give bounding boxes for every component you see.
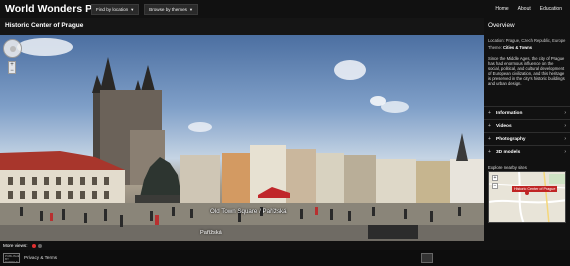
pan-center-icon bbox=[10, 46, 16, 52]
expand-icon: + bbox=[488, 123, 491, 129]
zoom-control[interactable]: + − bbox=[8, 61, 16, 74]
theme-meta: Theme: Cities & Towns bbox=[488, 45, 533, 50]
view-dot-2[interactable] bbox=[37, 243, 42, 248]
location-meta: Location: Prague, Czech Republic, Europe bbox=[488, 38, 566, 43]
map-pin-label[interactable]: Historic Center of Prague bbox=[512, 186, 558, 192]
chevron-down-icon: ▼ bbox=[130, 6, 135, 12]
place-title-bar: Historic Center of Prague bbox=[0, 18, 484, 35]
section-label: 3D models bbox=[496, 149, 521, 155]
nav-about-link[interactable]: About bbox=[518, 6, 531, 12]
site-description: Since the Middle Ages, the city of Pragu… bbox=[488, 56, 565, 87]
brand-title[interactable]: World Wonders Project bbox=[0, 3, 121, 15]
find-by-location-dropdown[interactable]: Find by location ▼ bbox=[91, 3, 140, 15]
privacy-terms-link[interactable]: Privacy & Terms bbox=[24, 255, 57, 260]
chevron-right-icon: › bbox=[564, 110, 566, 116]
section-photography[interactable]: + Photography › bbox=[484, 132, 570, 145]
nav-home-link[interactable]: Home bbox=[495, 6, 508, 12]
chevron-right-icon: › bbox=[564, 123, 566, 129]
chevron-right-icon: › bbox=[564, 149, 566, 155]
view-dot-1[interactable] bbox=[31, 243, 36, 248]
top-bar: World Wonders Project Find by location ▼ … bbox=[0, 0, 570, 18]
nearby-sites-map[interactable]: + − Historic Center of Prague bbox=[488, 171, 566, 223]
section-information[interactable]: + Information › bbox=[484, 106, 570, 119]
chevron-down-icon: ▼ bbox=[188, 6, 193, 12]
section-label: Information bbox=[496, 110, 523, 116]
map-zoom-in-button[interactable]: + bbox=[492, 175, 498, 181]
street-name-label[interactable]: Old Town Square / Pařížská bbox=[210, 208, 287, 215]
footer: PUBLISHED BY GOOGLE CULTURAL INSTITUTE P… bbox=[0, 250, 570, 266]
browse-by-themes-dropdown[interactable]: Browse by themes ▼ bbox=[144, 3, 198, 15]
top-nav: Home About Education bbox=[495, 0, 562, 18]
street-view-panorama[interactable]: + − Old Town Square / Pařížská Pařížská bbox=[0, 35, 484, 241]
cultural-institute-logo[interactable]: PUBLISHED BY GOOGLE CULTURAL INSTITUTE bbox=[3, 253, 20, 263]
section-3d-models[interactable]: + 3D models › bbox=[484, 145, 570, 158]
overview-title: Overview bbox=[488, 22, 515, 29]
map-zoom-out-button[interactable]: − bbox=[492, 183, 498, 189]
place-title: Historic Center of Prague bbox=[5, 22, 84, 29]
more-views-bar: More views: bbox=[0, 241, 484, 250]
expand-icon: + bbox=[488, 136, 491, 142]
section-label: Photography bbox=[496, 136, 526, 142]
map-roads bbox=[489, 172, 565, 222]
expand-icon: + bbox=[488, 110, 491, 116]
street-name-label-secondary[interactable]: Pařížská bbox=[200, 230, 222, 236]
overview-sidebar: Overview Location: Prague, Czech Republi… bbox=[484, 18, 570, 250]
explore-nearby-label: Explore nearby sites bbox=[488, 165, 527, 170]
pan-control[interactable] bbox=[3, 39, 22, 58]
section-label: Videos bbox=[496, 123, 512, 129]
chevron-right-icon: › bbox=[564, 136, 566, 142]
section-videos[interactable]: + Videos › bbox=[484, 119, 570, 132]
nav-education-link[interactable]: Education bbox=[540, 6, 562, 12]
more-views-label: More views: bbox=[3, 243, 28, 248]
unesco-logo-icon bbox=[421, 253, 433, 263]
expand-icon: + bbox=[488, 149, 491, 155]
